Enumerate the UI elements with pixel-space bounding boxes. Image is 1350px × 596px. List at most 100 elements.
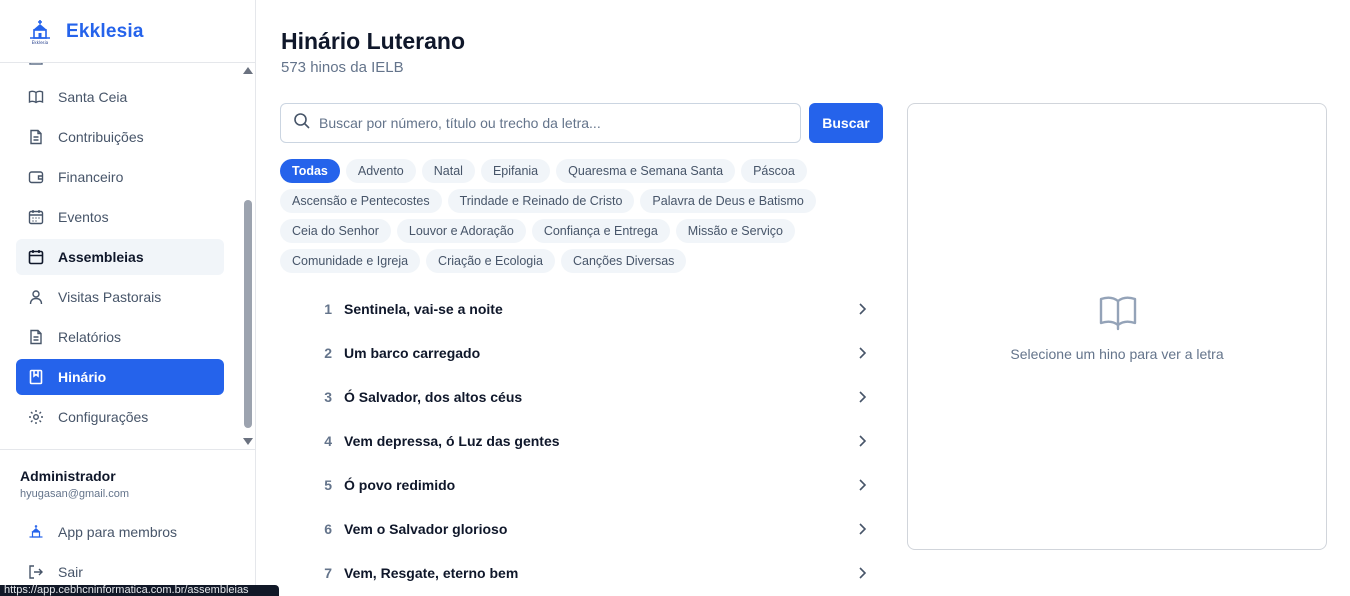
- category-row: Todas Advento Natal Epifania Quaresma e …: [280, 159, 807, 183]
- sidebar-item-hinario[interactable]: Hinário: [16, 359, 224, 395]
- church-icon: [28, 524, 44, 540]
- sidebar-item-label: Assembleias: [58, 249, 144, 265]
- search-icon: [293, 112, 311, 135]
- category-chip-natal[interactable]: Natal: [421, 159, 475, 183]
- hymn-title: Sentinela, vai-se a noite: [344, 301, 503, 317]
- category-chip-palavra[interactable]: Palavra de Deus e Batismo: [640, 189, 816, 213]
- sidebar-item-label: Hinário: [58, 369, 107, 385]
- category-row: Ascensão e Pentecostes Trindade e Reinad…: [280, 189, 816, 213]
- search-button[interactable]: Buscar: [809, 103, 883, 143]
- category-row: Ceia do Senhor Louvor e Adoração Confian…: [280, 219, 795, 243]
- hymn-number: 4: [324, 433, 332, 449]
- sidebar-item-santa-ceia[interactable]: Santa Ceia: [16, 79, 224, 115]
- hymn-title: Vem depressa, ó Luz das gentes: [344, 433, 560, 449]
- file-text-icon: [28, 329, 44, 345]
- category-chip-advento[interactable]: Advento: [345, 159, 416, 183]
- calendar-grid-icon: [28, 209, 44, 225]
- category-chip-epifania[interactable]: Epifania: [480, 159, 551, 183]
- chevron-right-icon: [854, 433, 870, 449]
- sidebar-item-label: Relatórios: [58, 329, 122, 345]
- scrollbar-thumb[interactable]: [244, 200, 252, 428]
- divider: [0, 449, 255, 450]
- user-icon: [28, 289, 44, 305]
- scroll-down-arrow-icon[interactable]: [243, 438, 253, 445]
- category-chip-cancoes[interactable]: Canções Diversas: [560, 249, 687, 273]
- sidebar-scrollbar[interactable]: [241, 63, 255, 449]
- category-row: Comunidade e Igreja Criação e Ecologia C…: [280, 249, 687, 273]
- hymn-row[interactable]: 3 Ó Salvador, dos altos céus: [308, 375, 878, 419]
- category-chip-ceia[interactable]: Ceia do Senhor: [280, 219, 391, 243]
- sidebar-item-label: Eventos: [58, 209, 109, 225]
- hymn-number: 6: [324, 521, 332, 537]
- sidebar-item-label: Visitas Pastorais: [58, 289, 162, 305]
- chevron-right-icon: [854, 301, 870, 317]
- category-chip-pascoa[interactable]: Páscoa: [741, 159, 807, 183]
- logout-label: Sair: [58, 564, 83, 580]
- gear-icon: [28, 409, 44, 425]
- brand[interactable]: Ekklesia Ekklesia: [28, 18, 144, 46]
- sidebar-item-label: Contribuições: [58, 129, 144, 145]
- sidebar-item-eventos[interactable]: Eventos: [16, 199, 224, 235]
- sidebar-item-label: Financeiro: [58, 169, 124, 185]
- sidebar-item-contribuicoes[interactable]: Contribuições: [16, 119, 224, 155]
- scroll-up-arrow-icon[interactable]: [243, 67, 253, 74]
- hymn-row[interactable]: 5 Ó povo redimido: [308, 463, 878, 507]
- logout-button[interactable]: Sair: [16, 556, 224, 588]
- category-chip-quaresma[interactable]: Quaresma e Semana Santa: [556, 159, 736, 183]
- hymn-title: Vem o Salvador glorioso: [344, 521, 508, 537]
- chevron-right-icon: [854, 565, 870, 581]
- file-text-icon: [28, 129, 44, 145]
- hymn-title: Um barco carregado: [344, 345, 481, 361]
- empty-state-text: Selecione um hino para ver a letra: [1010, 346, 1224, 362]
- status-bar-url: https://app.cebhcninformatica.com.br/ass…: [0, 585, 279, 596]
- category-chip-trindade[interactable]: Trindade e Reinado de Cristo: [447, 189, 635, 213]
- category-chip-louvor[interactable]: Louvor e Adoração: [396, 219, 526, 243]
- category-chip-confianca[interactable]: Confiança e Entrega: [531, 219, 670, 243]
- chevron-right-icon: [854, 389, 870, 405]
- svg-text:Ekklesia: Ekklesia: [32, 40, 49, 45]
- book-bookmark-icon: [28, 369, 44, 385]
- sidebar-item-label: Santa Ceia: [58, 89, 128, 105]
- sidebar-item-configuracoes[interactable]: Configurações: [16, 399, 224, 435]
- wallet-icon: [28, 169, 44, 185]
- nav-item-partial-icon: [28, 63, 44, 65]
- book-open-icon: [1098, 292, 1138, 332]
- chevron-right-icon: [854, 477, 870, 493]
- page-title: Hinário Luterano: [281, 28, 466, 54]
- hymn-title: Vem, Resgate, eterno bem: [344, 565, 519, 581]
- user-name: Administrador: [20, 468, 116, 484]
- sidebar: Ekklesia Ekklesia Santa Ceia Contribuiçõ…: [0, 0, 256, 596]
- hymn-row[interactable]: 6 Vem o Salvador glorioso: [308, 507, 878, 551]
- hymn-row[interactable]: 7 Vem, Resgate, eterno bem: [308, 551, 878, 595]
- sidebar-item-visitas-pastorais[interactable]: Visitas Pastorais: [16, 279, 224, 315]
- brand-name: Ekklesia: [66, 21, 144, 42]
- hymn-number: 5: [324, 477, 332, 493]
- category-chip-criacao[interactable]: Criação e Ecologia: [426, 249, 555, 273]
- chevron-right-icon: [854, 521, 870, 537]
- hymn-row[interactable]: 2 Um barco carregado: [308, 331, 878, 375]
- sidebar-item-label: Configurações: [58, 409, 149, 425]
- app-members-link[interactable]: App para membros: [16, 516, 224, 548]
- sidebar-item-assembleias[interactable]: Assembleias: [16, 239, 224, 275]
- category-chip-ascensao[interactable]: Ascensão e Pentecostes: [280, 189, 442, 213]
- sidebar-item-relatorios[interactable]: Relatórios: [16, 319, 224, 355]
- hymn-number: 2: [324, 345, 332, 361]
- user-email: hyugasan@gmail.com: [20, 488, 129, 500]
- calendar-icon: [28, 249, 44, 265]
- app-members-label: App para membros: [58, 524, 178, 540]
- hymn-row[interactable]: 1 Sentinela, vai-se a noite: [308, 287, 878, 331]
- hymn-row[interactable]: 4 Vem depressa, ó Luz das gentes: [308, 419, 878, 463]
- hymn-number: 1: [324, 301, 332, 317]
- search-box[interactable]: [280, 103, 801, 143]
- sidebar-nav: Santa Ceia Contribuições Financeiro Even…: [0, 63, 240, 449]
- category-chip-comunidade[interactable]: Comunidade e Igreja: [280, 249, 421, 273]
- book-open-icon: [28, 89, 44, 105]
- chevron-right-icon: [854, 345, 870, 361]
- page-subtitle: 573 hinos da IELB: [281, 59, 404, 76]
- category-chip-todas[interactable]: Todas: [280, 159, 340, 183]
- hymn-title: Ó Salvador, dos altos céus: [344, 389, 523, 405]
- hymn-number: 3: [324, 389, 332, 405]
- search-input[interactable]: [319, 115, 779, 131]
- category-chip-missao[interactable]: Missão e Serviço: [675, 219, 795, 243]
- sidebar-item-financeiro[interactable]: Financeiro: [16, 159, 224, 195]
